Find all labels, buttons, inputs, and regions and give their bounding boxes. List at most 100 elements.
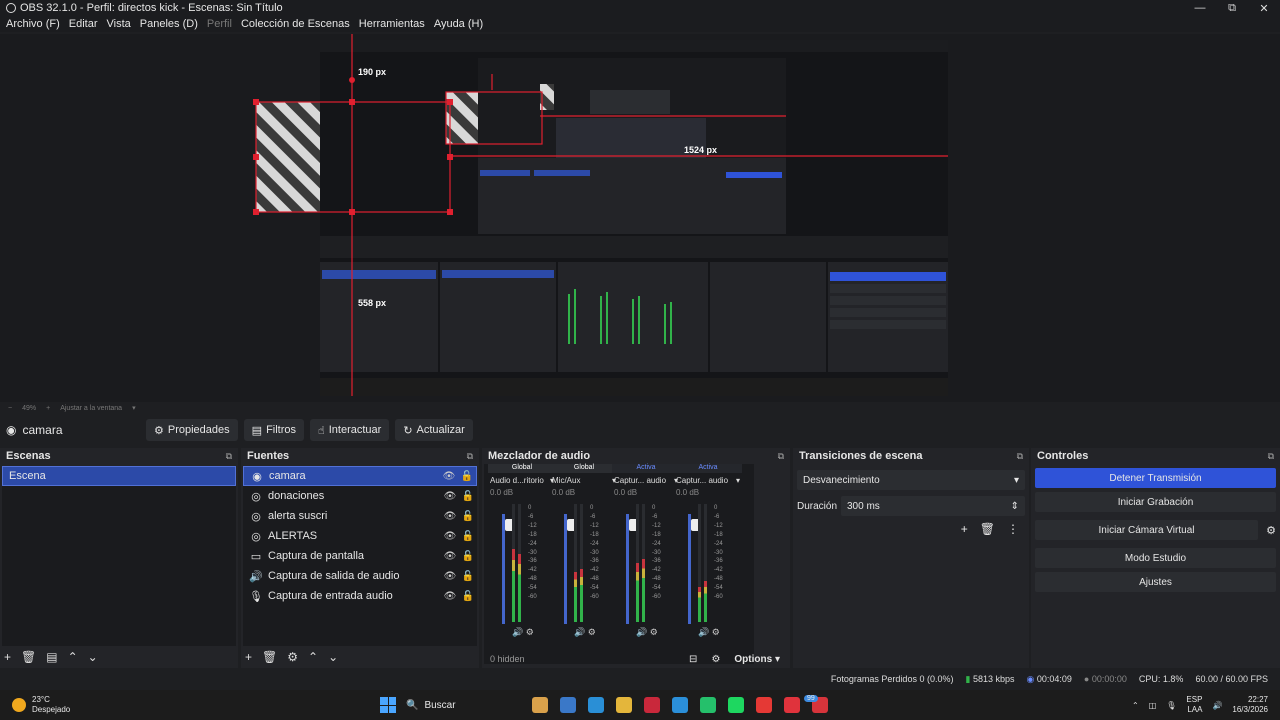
refresh-button[interactable]: ↻ Actualizar [395, 419, 473, 441]
zoom-in-button[interactable]: + [46, 405, 50, 412]
undock-icon[interactable]: ⧉ [1017, 451, 1023, 462]
gear-icon[interactable]: ⚙ [650, 627, 658, 637]
source-item-alertas[interactable]: ◎ ALERTAS 👁 🔓 [243, 526, 477, 546]
chevron-down-icon[interactable]: ▾ [736, 476, 740, 485]
undock-icon[interactable]: ⧉ [467, 451, 473, 462]
menu-vista[interactable]: Vista [107, 18, 131, 30]
gear-icon[interactable]: ⚙ [712, 627, 720, 637]
gear-icon[interactable]: ⚙ [588, 627, 596, 637]
lock-icon[interactable]: 🔓 [459, 591, 477, 602]
taskbar-app-icon[interactable] [672, 697, 688, 713]
virtual-camera-settings-icon[interactable]: ⚙ [1262, 524, 1280, 537]
source-item-captura-salida-audio[interactable]: 🔊 Captura de salida de audio 👁 🔓 [243, 566, 477, 586]
lock-icon[interactable]: 🔓 [459, 491, 477, 502]
add-transition-button[interactable]: + [961, 522, 968, 536]
taskbar-app-icon[interactable] [644, 697, 660, 713]
mixer-layout-icon[interactable]: ⊟ [689, 654, 697, 665]
menu-herramientas[interactable]: Herramientas [359, 18, 425, 30]
scene-item[interactable]: Escena [2, 466, 236, 486]
speaker-icon[interactable]: 🔊 [1212, 701, 1222, 710]
lock-icon[interactable]: 🔓 [459, 551, 477, 562]
menu-archivo[interactable]: Archivo (F) [6, 18, 60, 30]
lock-icon[interactable]: 🔓 [459, 531, 477, 542]
lock-icon[interactable]: 🔓 [459, 571, 477, 582]
transition-menu-button[interactable]: ⋮ [1007, 522, 1019, 536]
mixer-settings-icon[interactable]: ⚙ [711, 654, 720, 665]
menu-perfil[interactable]: Perfil [207, 18, 232, 30]
eye-icon[interactable]: 👁 [441, 491, 459, 502]
source-item-camara[interactable]: ◉ camara 👁 🔓 [243, 466, 477, 486]
studio-mode-button[interactable]: Modo Estudio [1035, 548, 1276, 568]
menu-paneles[interactable]: Paneles (D) [140, 18, 198, 30]
virtual-camera-button[interactable]: Iniciar Cámara Virtual [1035, 520, 1258, 540]
taskbar-app-icon[interactable] [728, 697, 744, 713]
language-indicator[interactable]: ESP LAA [1186, 695, 1202, 715]
taskbar-app-icon[interactable] [588, 697, 604, 713]
lock-icon[interactable]: 🔓 [458, 471, 476, 482]
network-icon[interactable]: ◫ [1149, 701, 1157, 710]
chevron-up-icon[interactable]: ⌃ [1132, 701, 1139, 710]
source-item-captura-pantalla[interactable]: ▭ Captura de pantalla 👁 🔓 [243, 546, 477, 566]
eye-icon[interactable]: 👁 [441, 571, 459, 582]
maximize-button[interactable]: ⧉ [1216, 0, 1248, 16]
move-up-button[interactable]: ⌃ [68, 650, 78, 664]
undock-icon[interactable]: ⧉ [226, 451, 232, 462]
windows-start-icon[interactable] [380, 697, 396, 713]
start-recording-button[interactable]: Iniciar Grabación [1035, 492, 1276, 512]
preview-canvas[interactable]: 190 px 1524 px 558 px [0, 34, 1280, 402]
volume-fader[interactable] [502, 514, 514, 624]
eye-icon[interactable]: 👁 [441, 531, 459, 542]
interact-button[interactable]: ☝ Interactuar [310, 419, 390, 441]
menu-editar[interactable]: Editar [69, 18, 98, 30]
clock[interactable]: 22:27 16/3/2026 [1232, 695, 1268, 715]
taskbar-app-icon[interactable] [560, 697, 576, 713]
minimize-button[interactable]: — [1184, 0, 1216, 16]
undock-icon[interactable]: ⧉ [778, 451, 784, 462]
taskbar-app-icon[interactable] [616, 697, 632, 713]
menu-ayuda[interactable]: Ayuda (H) [434, 18, 483, 30]
source-properties-button[interactable]: ⚙ [287, 650, 298, 664]
move-down-button[interactable]: ⌄ [88, 650, 98, 664]
move-down-button[interactable]: ⌄ [328, 650, 338, 664]
speaker-icon[interactable]: 🔊 [574, 627, 585, 637]
taskbar-app-icon[interactable] [700, 697, 716, 713]
zoom-out-button[interactable]: − [8, 405, 12, 412]
duration-input[interactable]: 300 ms ⇕ [841, 496, 1025, 516]
mic-icon[interactable]: 🎙 [1166, 701, 1176, 710]
taskbar-app-icon[interactable] [532, 697, 548, 713]
gear-icon[interactable]: ⚙ [526, 627, 534, 637]
eye-icon[interactable]: 👁 [441, 551, 459, 562]
source-item-donaciones[interactable]: ◎ donaciones 👁 🔓 [243, 486, 477, 506]
eye-icon[interactable]: 👁 [440, 471, 458, 482]
remove-scene-button[interactable]: 🗑 [21, 650, 36, 664]
speaker-icon[interactable]: 🔊 [636, 627, 647, 637]
volume-fader[interactable] [626, 514, 638, 624]
volume-fader[interactable] [688, 514, 700, 624]
add-source-button[interactable]: + [245, 650, 252, 664]
taskbar-search[interactable]: 🔍 Buscar [406, 700, 526, 711]
move-up-button[interactable]: ⌃ [308, 650, 318, 664]
volume-fader[interactable] [564, 514, 576, 624]
menu-coleccion-escenas[interactable]: Colección de Escenas [241, 18, 350, 30]
speaker-icon[interactable]: 🔊 [512, 627, 523, 637]
taskbar-app-icon[interactable] [756, 697, 772, 713]
eye-icon[interactable]: 👁 [441, 511, 459, 522]
speaker-icon[interactable]: 🔊 [698, 627, 709, 637]
stop-stream-button[interactable]: Detener Transmisión [1035, 468, 1276, 488]
settings-button[interactable]: Ajustes [1035, 572, 1276, 592]
chevron-down-icon[interactable]: ▾ [132, 404, 136, 412]
properties-button[interactable]: ⚙ Propiedades [146, 419, 238, 441]
taskbar-app-icon[interactable] [784, 697, 800, 713]
source-item-captura-entrada-audio[interactable]: 🎙 Captura de entrada audio 👁 🔓 [243, 586, 477, 606]
stepper-icon[interactable]: ⇕ [1011, 501, 1019, 512]
close-button[interactable]: ✕ [1248, 0, 1280, 16]
lock-icon[interactable]: 🔓 [459, 511, 477, 522]
eye-icon[interactable]: 👁 [441, 591, 459, 602]
filters-button[interactable]: ▤ Filtros [243, 419, 305, 441]
source-item-alerta-suscri[interactable]: ◎ alerta suscri 👁 🔓 [243, 506, 477, 526]
scene-filters-button[interactable]: ▤ [46, 650, 57, 664]
zoom-mode-select[interactable]: Ajustar a la ventana [60, 405, 122, 412]
add-scene-button[interactable]: + [4, 650, 11, 664]
undock-icon[interactable]: ⧉ [1268, 451, 1274, 462]
remove-source-button[interactable]: 🗑 [262, 650, 277, 664]
